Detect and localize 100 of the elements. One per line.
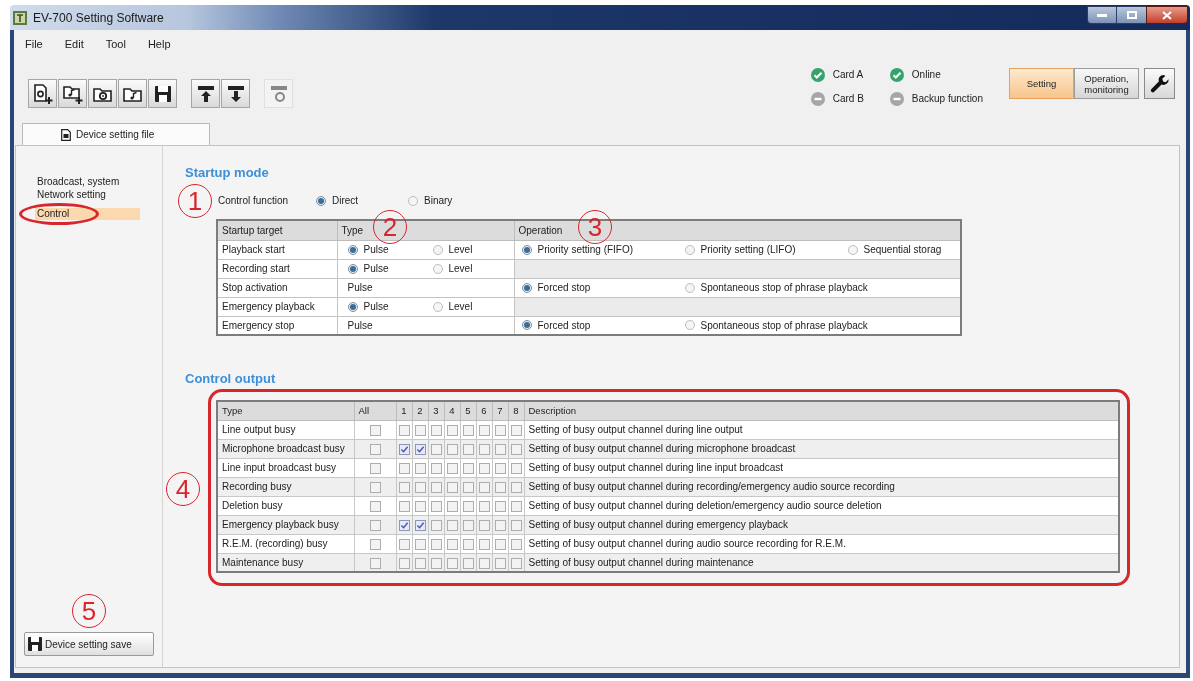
checkbox[interactable]	[494, 462, 506, 474]
checkbox[interactable]	[510, 424, 522, 436]
checkbox[interactable]	[414, 500, 426, 512]
sidebar-item[interactable]: Broadcast, system	[35, 176, 140, 188]
checkbox[interactable]	[414, 481, 426, 493]
checkbox[interactable]	[462, 500, 474, 512]
checkbox[interactable]	[462, 424, 474, 436]
radio-button[interactable]	[432, 263, 443, 274]
checkbox[interactable]	[369, 500, 381, 512]
checkbox[interactable]	[446, 443, 458, 455]
checkbox[interactable]	[494, 424, 506, 436]
checkbox[interactable]	[510, 500, 522, 512]
checkbox[interactable]	[430, 538, 442, 550]
menu-item[interactable]: Tool	[105, 35, 126, 53]
checkbox[interactable]	[430, 557, 442, 569]
radio-button[interactable]	[432, 244, 443, 255]
toolbar-button[interactable]	[221, 79, 250, 108]
checkbox[interactable]	[398, 557, 410, 569]
checkbox[interactable]	[430, 481, 442, 493]
checkbox[interactable]	[510, 443, 522, 455]
checkbox[interactable]	[446, 462, 458, 474]
radio-button[interactable]	[347, 301, 358, 312]
radio-button[interactable]	[847, 244, 858, 255]
checkbox[interactable]	[369, 538, 381, 550]
checkbox[interactable]	[478, 500, 490, 512]
maximize-button[interactable]	[1117, 6, 1146, 24]
checkbox[interactable]	[494, 500, 506, 512]
toolbar-button[interactable]	[118, 79, 147, 108]
checkbox[interactable]	[510, 462, 522, 474]
checkbox[interactable]	[478, 443, 490, 455]
checkbox[interactable]	[430, 500, 442, 512]
checkbox[interactable]	[430, 443, 442, 455]
radio-button[interactable]	[521, 320, 532, 331]
checkbox[interactable]	[478, 557, 490, 569]
checkbox[interactable]	[398, 424, 410, 436]
radio-button[interactable]	[684, 244, 695, 255]
checkbox[interactable]	[478, 424, 490, 436]
radio-button[interactable]	[684, 320, 695, 331]
checkbox[interactable]	[398, 481, 410, 493]
checkbox[interactable]	[510, 481, 522, 493]
checkbox[interactable]	[462, 443, 474, 455]
mode-button[interactable]: Setting	[1009, 68, 1074, 99]
radio-button[interactable]	[521, 244, 532, 255]
checkbox[interactable]	[462, 462, 474, 474]
checkbox[interactable]	[462, 481, 474, 493]
checkbox[interactable]	[446, 519, 458, 531]
checkbox[interactable]	[446, 538, 458, 550]
checkbox[interactable]	[478, 519, 490, 531]
radio-button[interactable]	[408, 195, 418, 206]
checkbox[interactable]	[494, 481, 506, 493]
checkbox[interactable]	[462, 557, 474, 569]
mode-button[interactable]: Operation, monitoring	[1074, 68, 1139, 99]
radio-button[interactable]	[316, 195, 326, 206]
toolbar-button[interactable]	[148, 79, 177, 108]
checkbox[interactable]	[414, 424, 426, 436]
checkbox[interactable]	[462, 538, 474, 550]
checkbox[interactable]	[369, 519, 381, 531]
minimize-button[interactable]	[1087, 6, 1117, 24]
checkbox[interactable]	[414, 519, 426, 531]
checkbox[interactable]	[510, 538, 522, 550]
checkbox[interactable]	[369, 481, 381, 493]
checkbox[interactable]	[494, 557, 506, 569]
checkbox[interactable]	[478, 538, 490, 550]
checkbox[interactable]	[478, 462, 490, 474]
radio-button[interactable]	[432, 301, 443, 312]
sidebar-item[interactable]: Network setting	[35, 189, 140, 201]
toolbar-button[interactable]	[58, 79, 87, 108]
menu-item[interactable]: Help	[147, 35, 171, 53]
checkbox[interactable]	[398, 500, 410, 512]
toolbar-button[interactable]	[88, 79, 117, 108]
checkbox[interactable]	[369, 557, 381, 569]
checkbox[interactable]	[494, 538, 506, 550]
toolbar-button[interactable]	[28, 79, 57, 108]
checkbox[interactable]	[414, 538, 426, 550]
checkbox[interactable]	[446, 424, 458, 436]
checkbox[interactable]	[369, 443, 381, 455]
file-tab[interactable]: Device setting file	[22, 123, 210, 145]
checkbox[interactable]	[430, 462, 442, 474]
checkbox[interactable]	[398, 538, 410, 550]
checkbox[interactable]	[430, 519, 442, 531]
checkbox[interactable]	[446, 481, 458, 493]
checkbox[interactable]	[398, 443, 410, 455]
checkbox[interactable]	[414, 557, 426, 569]
checkbox[interactable]	[369, 462, 381, 474]
checkbox[interactable]	[478, 481, 490, 493]
checkbox[interactable]	[398, 519, 410, 531]
checkbox[interactable]	[510, 519, 522, 531]
checkbox[interactable]	[369, 424, 381, 436]
checkbox[interactable]	[430, 424, 442, 436]
checkbox[interactable]	[446, 500, 458, 512]
tool-button[interactable]	[1144, 68, 1175, 99]
close-button[interactable]	[1146, 6, 1188, 24]
radio-button[interactable]	[684, 282, 695, 293]
checkbox[interactable]	[462, 519, 474, 531]
checkbox[interactable]	[494, 519, 506, 531]
radio-button[interactable]	[347, 263, 358, 274]
checkbox[interactable]	[446, 557, 458, 569]
save-button[interactable]: Device setting save	[24, 632, 154, 656]
menu-item[interactable]: Edit	[64, 35, 84, 53]
checkbox[interactable]	[398, 462, 410, 474]
